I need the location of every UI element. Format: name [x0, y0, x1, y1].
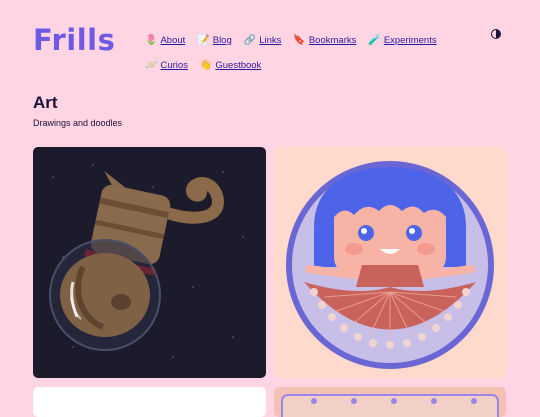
nav-link-guestbook[interactable]: Guestbook — [215, 60, 261, 71]
artwork-4[interactable] — [274, 387, 506, 417]
page-subtitle: Drawings and doodles — [33, 118, 123, 128]
nav-item-bookmarks[interactable]: 🔖 Bookmarks — [293, 35, 356, 46]
ringed-planet-icon: 🪐 — [145, 60, 158, 71]
nav-item-curios[interactable]: 🪐 Curios — [145, 60, 188, 71]
nav-link-links[interactable]: Links — [259, 35, 281, 46]
nav-link-curios[interactable]: Curios — [160, 60, 187, 71]
nav-link-experiments[interactable]: Experiments — [384, 35, 437, 46]
nav-item-about[interactable]: 🌷 About — [145, 35, 185, 46]
theme-toggle-icon[interactable] — [491, 29, 501, 39]
nav-row-1: 🌷 About 📝 Blog 🔗 Links 🔖 Bookmarks 🧪 Exp… — [145, 28, 465, 53]
artwork-4-illustration — [281, 394, 499, 417]
nav-row-2: 🪐 Curios 👋 Guestbook — [145, 53, 465, 78]
wave-icon: 👋 — [199, 60, 213, 71]
blue-hair-girl-illustration — [286, 161, 494, 369]
nav-item-blog[interactable]: 📝 Blog — [197, 35, 231, 46]
nav-link-bookmarks[interactable]: Bookmarks — [309, 35, 357, 46]
tulip-icon: 🌷 — [145, 35, 158, 46]
space-cat-illustration — [49, 164, 244, 358]
main-nav: 🌷 About 📝 Blog 🔗 Links 🔖 Bookmarks 🧪 Exp… — [145, 28, 465, 78]
artwork-3[interactable] — [33, 387, 266, 417]
artwork-space-cat[interactable] — [33, 147, 266, 378]
artwork-blue-hair-girl[interactable] — [274, 147, 506, 378]
page-title: Art — [33, 93, 58, 112]
site-logo[interactable]: Frills — [33, 22, 115, 58]
nav-link-about[interactable]: About — [160, 35, 185, 46]
nav-link-blog[interactable]: Blog — [213, 35, 232, 46]
nav-item-experiments[interactable]: 🧪 Experiments — [368, 35, 436, 46]
nav-item-guestbook[interactable]: 👋 Guestbook — [200, 60, 261, 71]
test-tube-icon: 🧪 — [368, 35, 381, 46]
memo-icon: 📝 — [197, 35, 210, 46]
link-icon: 🔗 — [243, 35, 257, 46]
bookmark-icon: 🔖 — [293, 35, 306, 46]
nav-item-links[interactable]: 🔗 Links — [244, 35, 282, 46]
